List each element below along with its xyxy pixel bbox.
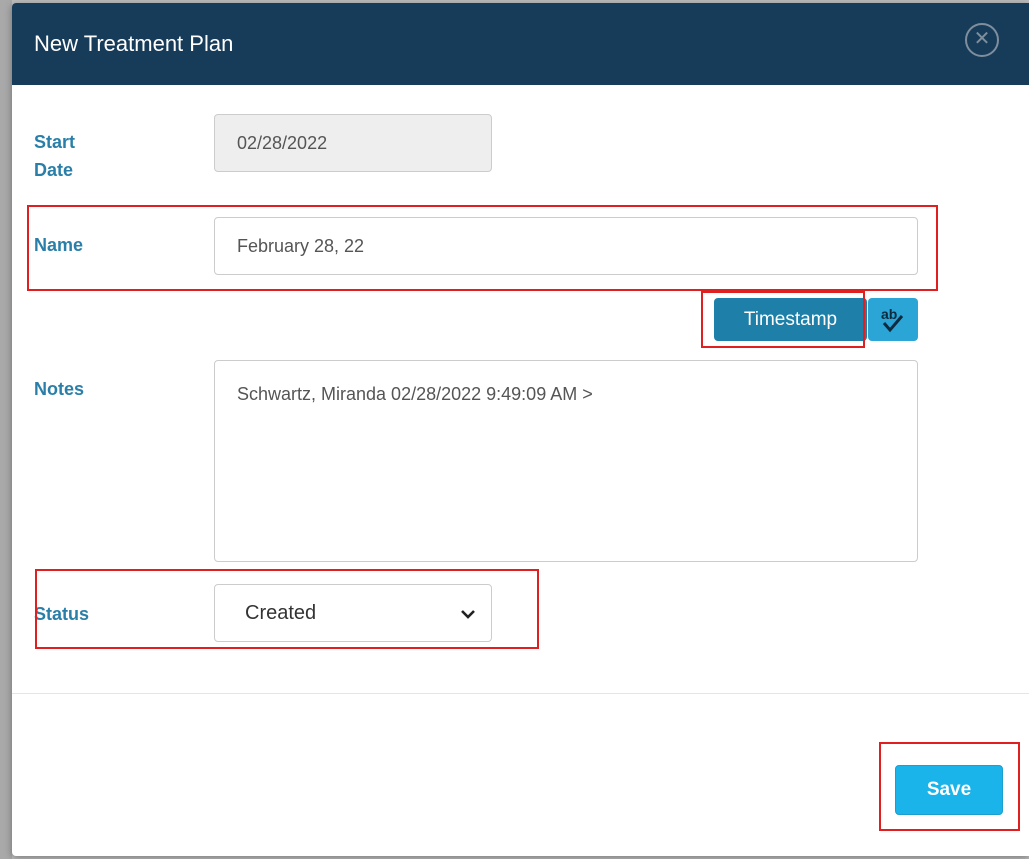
dialog-header: New Treatment Plan ✕ bbox=[12, 3, 1029, 85]
start-date-label-line1: Start bbox=[34, 132, 76, 152]
spellcheck-icon: ab bbox=[881, 306, 904, 333]
close-icon[interactable]: ✕ bbox=[965, 23, 999, 57]
notes-textarea[interactable]: Schwartz, Miranda 02/28/2022 9:49:09 AM … bbox=[214, 360, 918, 562]
start-date-field: 02/28/2022 bbox=[214, 114, 492, 172]
status-label: Status bbox=[34, 604, 90, 624]
start-date-label-line2: Date bbox=[34, 160, 74, 180]
status-selected-value: Created bbox=[245, 602, 317, 624]
name-input[interactable]: February 28, 22 bbox=[214, 217, 918, 275]
chevron-down-icon bbox=[461, 610, 475, 619]
dialog-title: New Treatment Plan bbox=[34, 31, 234, 56]
treatment-plan-dialog: New Treatment Plan ✕ Start Date 02/28/20… bbox=[12, 3, 1029, 856]
status-select[interactable]: Created bbox=[214, 584, 492, 642]
spellcheck-button[interactable]: ab bbox=[868, 298, 918, 341]
backdrop-edge bbox=[0, 0, 12, 859]
start-date-label: Start Date bbox=[34, 128, 75, 184]
save-button[interactable]: Save bbox=[895, 765, 1003, 815]
footer-divider bbox=[12, 693, 1029, 694]
notes-label: Notes bbox=[34, 379, 85, 399]
svg-text:ab: ab bbox=[881, 306, 897, 322]
timestamp-button[interactable]: Timestamp bbox=[714, 298, 867, 341]
name-label: Name bbox=[34, 235, 84, 255]
